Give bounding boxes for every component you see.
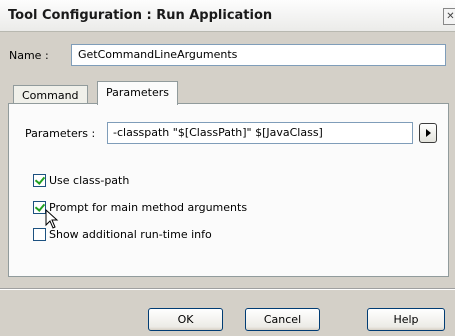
- close-icon[interactable]: ✕: [443, 8, 455, 25]
- separator: [0, 288, 455, 290]
- tab-command[interactable]: Command: [13, 85, 88, 104]
- name-input[interactable]: GetCommandLineArguments: [71, 44, 446, 66]
- mouse-pointer-icon: [45, 209, 59, 229]
- checkbox-box[interactable]: [33, 228, 46, 241]
- checkbox-label: Prompt for main method arguments: [49, 201, 248, 214]
- play-right-icon[interactable]: [419, 123, 437, 143]
- name-label: Name :: [9, 49, 49, 62]
- title-bar[interactable]: Tool Configuration : Run Application ✕: [0, 0, 455, 32]
- checkbox-box[interactable]: [33, 174, 46, 187]
- cancel-button[interactable]: Cancel: [245, 308, 320, 331]
- tab-parameters[interactable]: Parameters: [97, 81, 178, 105]
- checkbox-label: Use class-path: [49, 174, 130, 187]
- parameters-input[interactable]: -classpath "$[ClassPath]" $[JavaClass]: [107, 122, 413, 144]
- window-title: Tool Configuration : Run Application: [8, 8, 273, 23]
- ok-button[interactable]: OK: [148, 308, 223, 331]
- help-button[interactable]: Help: [367, 308, 445, 331]
- parameters-label: Parameters :: [25, 127, 96, 140]
- checkbox-label: Show additional run-time info: [49, 228, 212, 241]
